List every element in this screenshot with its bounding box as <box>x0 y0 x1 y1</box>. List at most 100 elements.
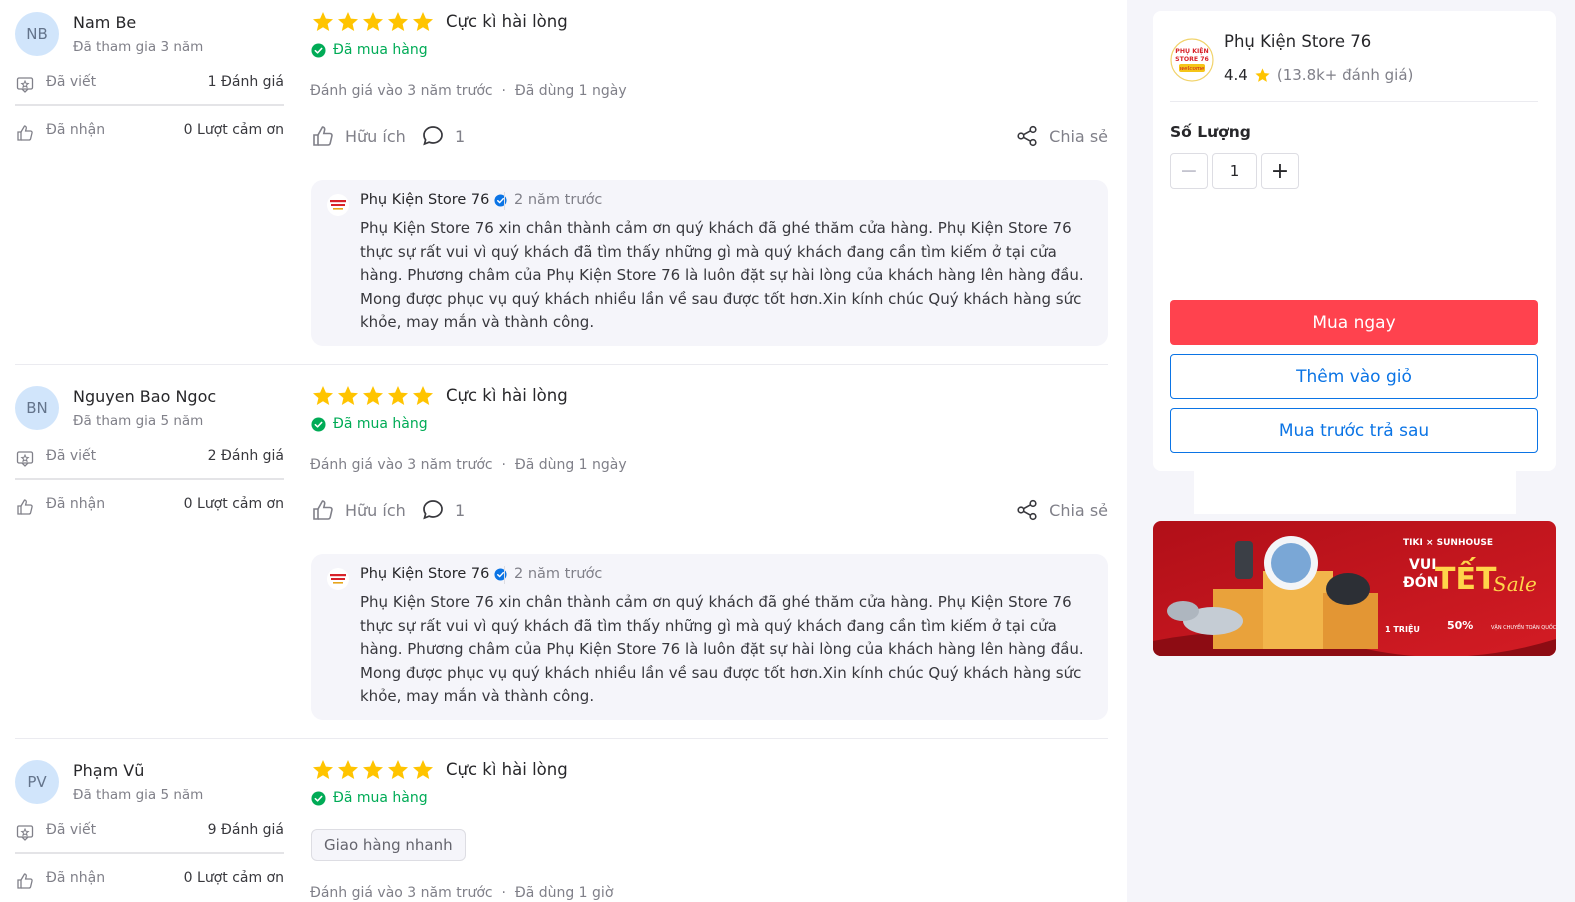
divider <box>15 104 284 106</box>
share-label: Chia sẻ <box>1049 126 1108 146</box>
thanks-received-label: Đã nhận <box>46 870 106 886</box>
star-icon <box>313 12 333 31</box>
share-label: Chia sẻ <box>1049 500 1108 520</box>
seller-logo-line3: welcome <box>1179 66 1205 72</box>
star-icon <box>1255 67 1270 82</box>
comment-button[interactable]: 1 <box>421 498 465 522</box>
purchase-badge-label: Đã mua hàng <box>333 416 428 432</box>
thumbs-up-icon <box>313 500 333 520</box>
review-title: Cực kì hài lòng <box>446 760 568 779</box>
divider <box>504 566 505 584</box>
review-divider <box>15 738 1108 739</box>
reply-shop-name: Phụ Kiện Store 76 <box>360 566 507 582</box>
star-icon <box>313 760 333 779</box>
share-icon <box>1017 125 1037 147</box>
quantity-input[interactable] <box>1212 153 1257 189</box>
review-title: Cực kì hài lòng <box>446 386 568 405</box>
reviewer-joined: Đã tham gia 3 năm <box>73 39 204 55</box>
divider <box>15 478 284 480</box>
verified-icon <box>494 193 507 207</box>
seller-reply: Phụ Kiện Store 76 2 năm trước Phụ Kiện S… <box>311 180 1108 346</box>
helpful-label: Hữu ích <box>345 126 406 146</box>
seller-logo-image: PHỤ KIỆN STORE 76 welcome <box>1170 38 1214 82</box>
seller-logo-line2: STORE 76 <box>1175 56 1209 63</box>
star-icon <box>388 386 408 405</box>
reply-shop-label: Phụ Kiện Store 76 <box>360 192 490 208</box>
check-circle-icon <box>311 416 326 432</box>
helpful-button[interactable]: Hữu ích <box>311 498 406 522</box>
seller-rating-value: 4.4 <box>1224 66 1248 84</box>
thanks-received-value: 0 Lượt cảm ơn <box>183 122 284 138</box>
banner-big: TẾT <box>1435 557 1497 597</box>
banner-promo2: 50% <box>1447 619 1473 632</box>
star-rating <box>311 10 435 34</box>
comment-count: 1 <box>455 126 466 146</box>
shop-logo <box>327 194 349 216</box>
thanks-received-value: 0 Lượt cảm ơn <box>183 870 284 886</box>
thumbs-up-icon <box>17 873 33 889</box>
buy-now-button[interactable]: Mua ngay <box>1170 300 1538 345</box>
reviewer-name: Phạm Vũ <box>73 761 145 780</box>
comment-count: 1 <box>455 500 466 520</box>
divider <box>15 852 284 854</box>
review-meta: Đánh giá vào 3 năm trước · Đã dùng 1 giờ <box>310 885 614 901</box>
quantity-label: Số Lượng <box>1170 123 1251 141</box>
star-icon <box>413 12 433 31</box>
reviews-written: Đã viết 9 Đánh giá <box>15 821 284 843</box>
thumbs-up-icon <box>17 499 33 515</box>
check-circle-icon <box>311 42 326 58</box>
quantity-increase-button[interactable]: + <box>1261 153 1299 189</box>
shop-logo-image <box>328 195 348 215</box>
share-icon <box>1017 499 1037 521</box>
reviewer-name: Nam Be <box>73 13 137 32</box>
verified-icon <box>494 567 507 581</box>
star-icon <box>388 760 408 779</box>
purchase-badge-label: Đã mua hàng <box>333 42 428 58</box>
banner-script: Sale <box>1493 572 1537 596</box>
comment-button[interactable]: 1 <box>421 124 465 148</box>
reply-shop-name: Phụ Kiện Store 76 <box>360 192 507 208</box>
reviews-written: Đã viết 2 Đánh giá <box>15 447 284 469</box>
review-written-icon <box>16 451 34 467</box>
review-written-icon <box>16 77 34 93</box>
thanks-received-label: Đã nhận <box>46 496 106 512</box>
thumbs-up-icon <box>313 126 333 146</box>
seller-logo-line1: PHỤ KIỆN <box>1175 46 1208 55</box>
quantity-decrease-button[interactable]: − <box>1170 153 1208 189</box>
review-meta: Đánh giá vào 3 năm trước · Đã dùng 1 ngà… <box>310 457 627 473</box>
seller-logo[interactable]: PHỤ KIỆN STORE 76 welcome <box>1170 38 1214 82</box>
reviews-written-value: 1 Đánh giá <box>207 74 284 90</box>
review-item: NB Nam Be Đã tham gia 3 năm Đã viết 1 Đá… <box>0 0 1127 365</box>
seller-rating: 4.4 (13.8k+ đánh giá) <box>1224 66 1413 84</box>
seller-name[interactable]: Phụ Kiện Store 76 <box>1224 32 1371 51</box>
star-icon <box>413 760 433 779</box>
reviews-written-label: Đã viết <box>46 448 97 464</box>
star-rating <box>311 384 435 408</box>
star-icon <box>363 386 383 405</box>
star-icon <box>363 12 383 31</box>
thanks-received: Đã nhận 0 Lượt cảm ơn <box>15 869 284 891</box>
quantity-stepper: − + <box>1170 153 1299 189</box>
banner-brand: TIKI × SUNHOUSE <box>1403 538 1493 548</box>
reply-text: Phụ Kiện Store 76 xin chân thành cảm ơn … <box>360 593 1084 705</box>
divider <box>504 192 505 210</box>
purchase-badge: Đã mua hàng <box>311 42 428 58</box>
purchase-badge: Đã mua hàng <box>311 790 428 806</box>
buy-now-pay-later-button[interactable]: Mua trước trả sau <box>1170 408 1538 453</box>
review-item: PV Phạm Vũ Đã tham gia 5 năm Đã viết 9 Đ… <box>0 748 1127 902</box>
review-written-icon <box>16 825 34 841</box>
share-button[interactable]: Chia sẻ <box>1015 498 1108 522</box>
thanks-received-value: 0 Lượt cảm ơn <box>183 496 284 512</box>
divider <box>1170 101 1538 102</box>
share-button[interactable]: Chia sẻ <box>1015 124 1108 148</box>
star-icon <box>413 386 433 405</box>
promo-banner[interactable]: TIKI × SUNHOUSE VUI ĐÓN TẾT Sale 1 TRIỆU… <box>1153 521 1556 656</box>
star-icon <box>313 386 333 405</box>
reply-shop-label: Phụ Kiện Store 76 <box>360 566 490 582</box>
star-icon <box>338 760 358 779</box>
banner-promo1: 1 TRIỆU <box>1385 624 1420 634</box>
thanks-received: Đã nhận 0 Lượt cảm ơn <box>15 495 284 517</box>
shop-logo-image <box>328 569 348 589</box>
helpful-button[interactable]: Hữu ích <box>311 124 406 148</box>
add-to-cart-button[interactable]: Thêm vào giỏ <box>1170 354 1538 399</box>
